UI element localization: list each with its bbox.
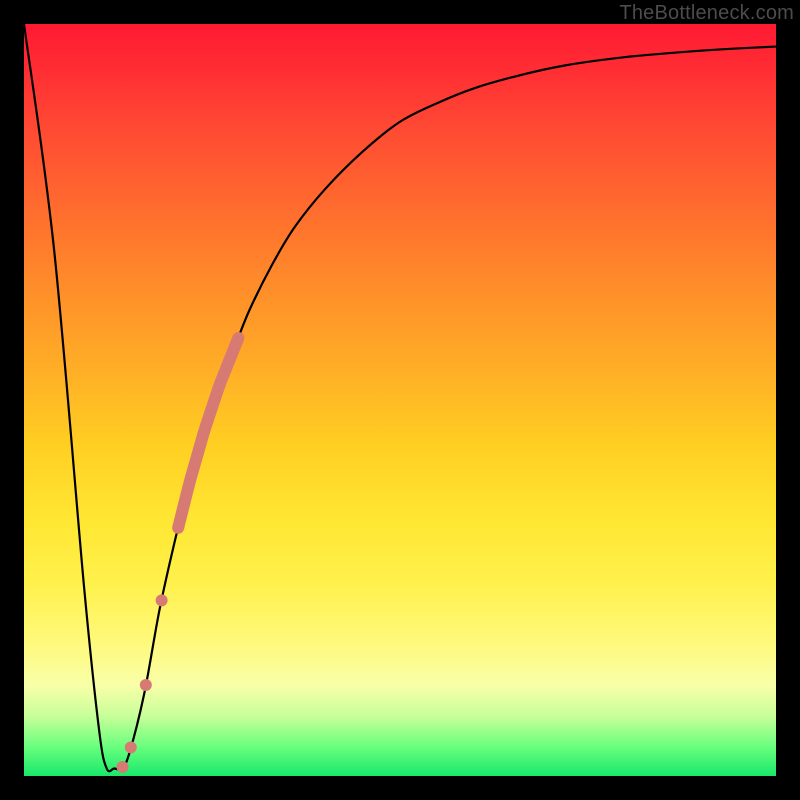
marker-dots bbox=[117, 594, 168, 773]
bottleneck-curve bbox=[24, 24, 776, 771]
plot-area bbox=[24, 24, 776, 776]
marker-dot bbox=[125, 741, 137, 753]
marker-thick-segment bbox=[178, 338, 238, 528]
chart-svg bbox=[24, 24, 776, 776]
curve-layer bbox=[24, 24, 776, 773]
marker-dot bbox=[117, 761, 129, 773]
chart-frame: TheBottleneck.com bbox=[0, 0, 800, 800]
marker-dot bbox=[156, 594, 168, 606]
watermark-text: TheBottleneck.com bbox=[619, 2, 794, 25]
marker-dot bbox=[140, 679, 152, 691]
